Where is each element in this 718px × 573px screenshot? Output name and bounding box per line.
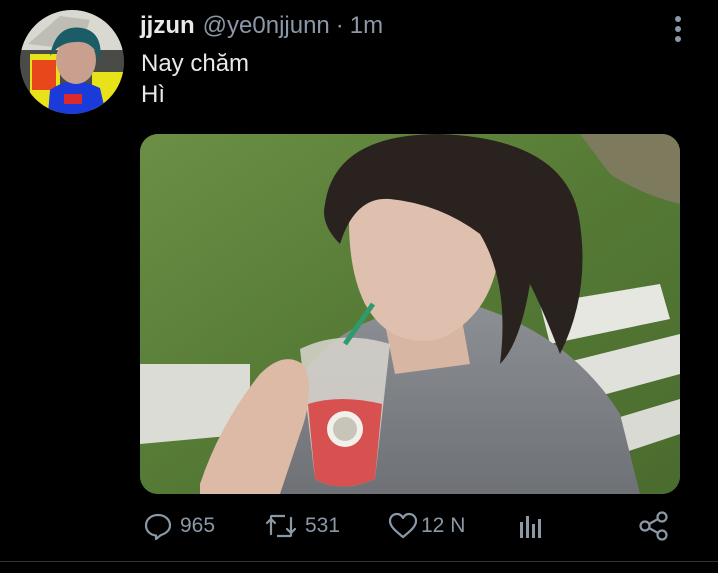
separator: · <box>335 12 344 39</box>
tweet-text-line: Hì <box>141 81 165 108</box>
tweet-text-line: Nay chăm <box>141 50 250 77</box>
like-button[interactable]: 12 N <box>387 506 465 546</box>
user-handle[interactable]: @ye0njjunn <box>203 12 330 40</box>
like-count: 12 N <box>421 514 466 537</box>
reply-button[interactable]: 965 <box>142 506 215 546</box>
like-icon <box>387 510 419 542</box>
avatar[interactable] <box>20 10 124 114</box>
tweet-header: jjzun @ye0njjunn · 1m <box>140 12 383 46</box>
retweet-icon <box>263 510 299 542</box>
tweet-text: Nay chăm Hì <box>141 48 249 110</box>
display-name[interactable]: jjzun <box>140 12 195 40</box>
retweet-count: 531 <box>305 514 341 537</box>
share-icon <box>637 510 671 542</box>
analytics-icon <box>516 510 546 542</box>
divider <box>0 561 718 562</box>
photo-image <box>140 134 680 494</box>
share-button[interactable] <box>637 506 671 546</box>
reply-count: 965 <box>180 514 216 537</box>
analytics-button[interactable] <box>516 506 546 546</box>
reply-icon <box>142 510 174 542</box>
retweet-button[interactable]: 531 <box>263 506 340 546</box>
timestamp[interactable]: 1m <box>350 12 383 40</box>
more-icon[interactable] <box>666 14 690 44</box>
tweet-media-photo[interactable] <box>140 134 680 494</box>
tweet-actions: 965 531 12 N <box>140 506 680 546</box>
avatar-image <box>20 10 124 114</box>
